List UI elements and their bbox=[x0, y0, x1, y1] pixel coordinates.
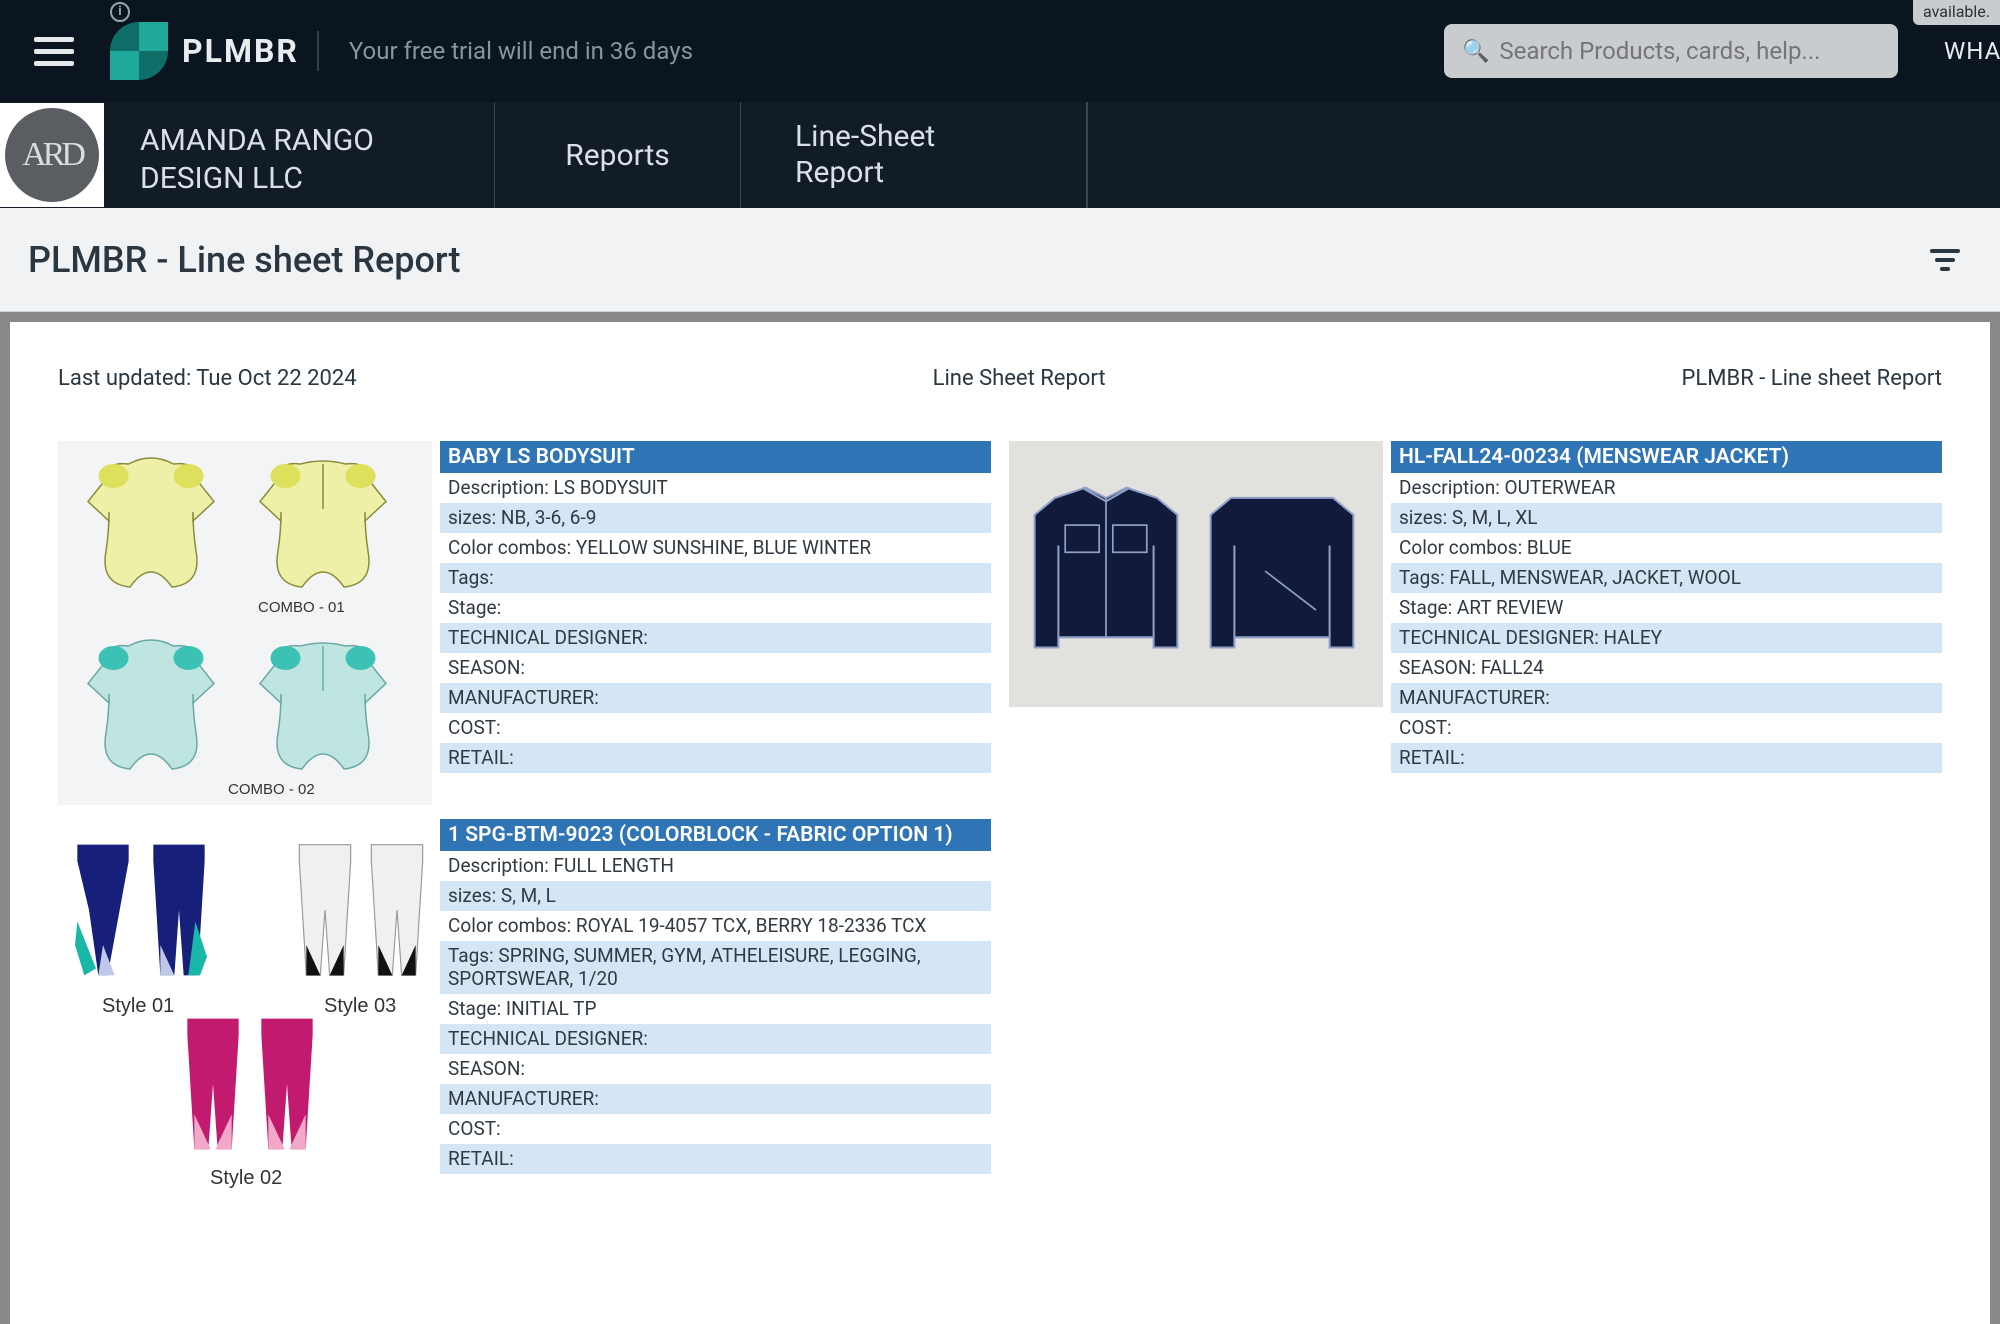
brand-logo[interactable]: i PLMBR bbox=[110, 22, 299, 80]
row-description: Description: OUTERWEAR bbox=[1391, 473, 1942, 503]
product-title: HL-FALL24-00234 (MENSWEAR JACKET) bbox=[1391, 441, 1942, 473]
row-description: Description: FULL LENGTH bbox=[440, 851, 991, 881]
row-retail: RETAIL: bbox=[1391, 743, 1942, 773]
product-title: 1 SPG-BTM-9023 (COLORBLOCK - FABRIC OPTI… bbox=[440, 819, 991, 851]
org-name[interactable]: AMANDA RANGO DESIGN LLC bbox=[104, 102, 494, 208]
row-description: Description: LS BODYSUIT bbox=[440, 473, 991, 503]
top-bar: i PLMBR Your free trial will end in 36 d… bbox=[0, 0, 2000, 102]
product-details: HL-FALL24-00234 (MENSWEAR JACKET) Descri… bbox=[1391, 441, 1942, 773]
brand-logo-icon bbox=[110, 22, 168, 80]
row-manufacturer: MANUFACTURER: bbox=[440, 683, 991, 713]
nav-ls-line1: Line-Sheet bbox=[795, 119, 935, 154]
style-label-3: Style 03 bbox=[324, 995, 396, 1018]
search-input[interactable] bbox=[1499, 37, 1880, 65]
last-updated: Last updated: Tue Oct 22 2024 bbox=[58, 366, 357, 391]
row-sizes: sizes: S, M, L bbox=[440, 881, 991, 911]
row-combos: Color combos: BLUE bbox=[1391, 533, 1942, 563]
row-manufacturer: MANUFACTURER: bbox=[1391, 683, 1942, 713]
style-label-2: Style 02 bbox=[210, 1167, 282, 1190]
row-season: SEASON: FALL24 bbox=[1391, 653, 1942, 683]
product-title: BABY LS BODYSUIT bbox=[440, 441, 991, 473]
row-tags: Tags: SPRING, SUMMER, GYM, ATHELEISURE, … bbox=[440, 941, 991, 994]
row-manufacturer: MANUFACTURER: bbox=[440, 1084, 991, 1114]
row-combos: Color combos: YELLOW SUNSHINE, BLUE WINT… bbox=[440, 533, 991, 563]
page-title-bar: PLMBR - Line sheet Report bbox=[0, 208, 2000, 312]
product-card: Style 01 Style 03 bbox=[58, 819, 991, 1183]
info-icon[interactable]: i bbox=[110, 2, 130, 22]
menu-icon[interactable] bbox=[34, 29, 78, 73]
sheet-header: Last updated: Tue Oct 22 2024 Line Sheet… bbox=[58, 366, 1942, 391]
sheet-right-title: PLMBR - Line sheet Report bbox=[1682, 366, 1942, 391]
org-avatar[interactable]: ARD bbox=[0, 103, 104, 207]
row-season: SEASON: bbox=[440, 1054, 991, 1084]
row-tags: Tags: FALL, MENSWEAR, JACKET, WOOL bbox=[1391, 563, 1942, 593]
page-title: PLMBR - Line sheet Report bbox=[28, 239, 461, 281]
row-cost: COST: bbox=[440, 713, 991, 743]
nav-reports[interactable]: Reports bbox=[494, 102, 740, 208]
report-sheet: Last updated: Tue Oct 22 2024 Line Sheet… bbox=[10, 322, 1990, 1324]
row-tech: TECHNICAL DESIGNER: HALEY bbox=[1391, 623, 1942, 653]
product-card: HL-FALL24-00234 (MENSWEAR JACKET) Descri… bbox=[1009, 441, 1942, 805]
product-thumbnail[interactable]: COMBO - 01 COMBO - bbox=[58, 441, 432, 805]
search-field[interactable]: 🔍 bbox=[1444, 24, 1898, 78]
sheet-center-title: Line Sheet Report bbox=[933, 366, 1106, 391]
org-avatar-initials: ARD bbox=[5, 108, 99, 202]
filter-icon[interactable] bbox=[1930, 244, 1960, 276]
row-season: SEASON: bbox=[440, 653, 991, 683]
row-retail: RETAIL: bbox=[440, 743, 991, 773]
row-stage: Stage: INITIAL TP bbox=[440, 994, 991, 1024]
row-stage: Stage: ART REVIEW bbox=[1391, 593, 1942, 623]
row-combos: Color combos: ROYAL 19-4057 TCX, BERRY 1… bbox=[440, 911, 991, 941]
product-details: 1 SPG-BTM-9023 (COLORBLOCK - FABRIC OPTI… bbox=[440, 819, 991, 1174]
product-details: BABY LS BODYSUIT Description: LS BODYSUI… bbox=[440, 441, 991, 773]
nav-reports-label: Reports bbox=[565, 138, 670, 173]
brand-name: PLMBR bbox=[182, 32, 299, 70]
row-cost: COST: bbox=[1391, 713, 1942, 743]
card-grid: COMBO - 01 COMBO - bbox=[58, 441, 1942, 1183]
row-stage: Stage: bbox=[440, 593, 991, 623]
row-retail: RETAIL: bbox=[440, 1144, 991, 1174]
search-icon: 🔍 bbox=[1462, 39, 1489, 64]
row-tech: TECHNICAL DESIGNER: bbox=[440, 623, 991, 653]
row-tech: TECHNICAL DESIGNER: bbox=[440, 1024, 991, 1054]
combo-label-1: COMBO - 01 bbox=[258, 599, 345, 616]
row-sizes: sizes: NB, 3-6, 6-9 bbox=[440, 503, 991, 533]
combo-label-2: COMBO - 02 bbox=[228, 781, 315, 798]
org-name-line1: AMANDA RANGO bbox=[140, 123, 374, 158]
row-tags: Tags: bbox=[440, 563, 991, 593]
org-name-line2: DESIGN LLC bbox=[140, 161, 303, 196]
divider bbox=[317, 31, 319, 71]
style-label-1: Style 01 bbox=[102, 995, 174, 1018]
breadcrumb-bar: ARD AMANDA RANGO DESIGN LLC Reports Line… bbox=[0, 102, 2000, 208]
product-thumbnail[interactable] bbox=[1009, 441, 1383, 707]
product-thumbnail[interactable]: Style 01 Style 03 bbox=[58, 819, 432, 1183]
report-frame: Last updated: Tue Oct 22 2024 Line Sheet… bbox=[0, 312, 2000, 1324]
row-cost: COST: bbox=[440, 1114, 991, 1144]
nav-ls-line2: Report bbox=[795, 155, 884, 190]
available-chip: available. bbox=[1913, 0, 2000, 25]
nav-line-sheet-report[interactable]: Line-Sheet Report bbox=[740, 102, 1086, 208]
row-sizes: sizes: S, M, L, XL bbox=[1391, 503, 1942, 533]
product-card: COMBO - 01 COMBO - bbox=[58, 441, 991, 805]
trial-message: Your free trial will end in 36 days bbox=[349, 37, 693, 65]
